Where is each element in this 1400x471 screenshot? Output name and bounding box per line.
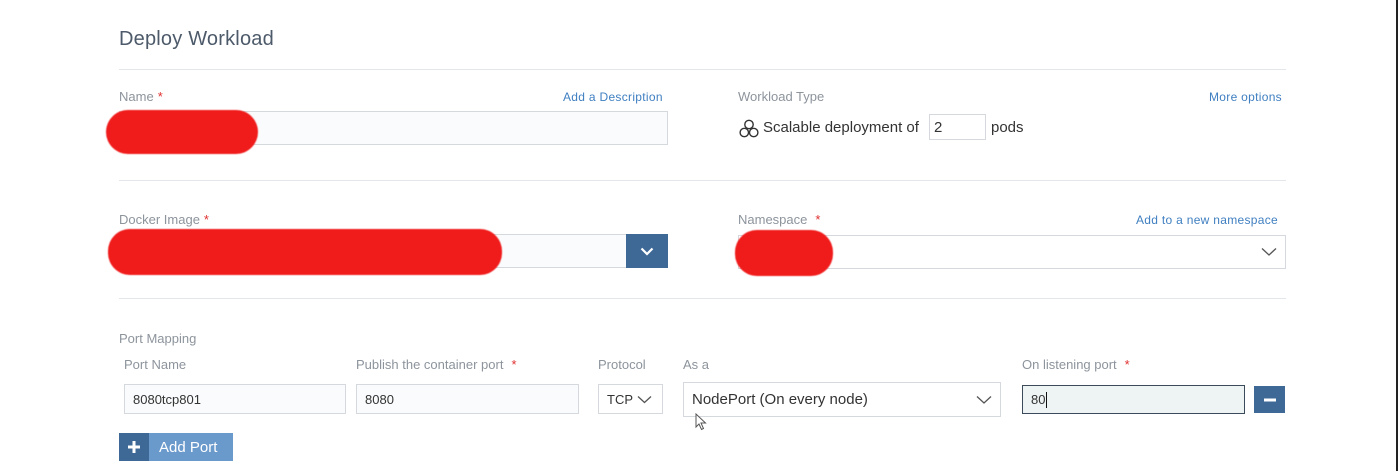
divider (119, 180, 1286, 181)
workload-suffix: pods (991, 119, 1024, 136)
as-a-header: As a (683, 357, 710, 372)
plus-icon (119, 433, 149, 461)
port-name-input[interactable]: 8080tcp801 (124, 384, 346, 414)
image-dropdown-button[interactable] (626, 234, 668, 268)
redaction-mark (735, 230, 833, 276)
redaction-mark (106, 110, 258, 154)
redaction-mark (108, 229, 502, 275)
workload-prefix: Scalable deployment of (763, 119, 919, 136)
more-options-link[interactable]: More options (1209, 90, 1282, 104)
workload-type-label: Workload Type (738, 89, 825, 104)
mouse-cursor-icon (695, 413, 707, 431)
chevron-down-icon (637, 396, 652, 404)
container-port-input[interactable]: 8080 (356, 384, 579, 414)
cluster-icon (738, 118, 760, 140)
chevron-down-icon (1261, 248, 1277, 256)
namespace-label: Namespace * (738, 212, 821, 227)
service-type-select[interactable]: NodePort (On every node) (683, 382, 1001, 417)
port-mapping-label: Port Mapping (119, 331, 197, 346)
docker-image-label: Docker Image * (119, 212, 209, 227)
chevron-down-icon (640, 247, 654, 256)
divider (119, 69, 1286, 70)
text-caret (1046, 391, 1048, 408)
pods-count-input[interactable]: 2 (929, 114, 986, 140)
remove-port-button[interactable] (1254, 386, 1285, 413)
port-name-header: Port Name (124, 357, 187, 372)
add-port-button[interactable]: Add Port (119, 433, 233, 461)
name-label: Name * (119, 89, 163, 104)
add-port-label: Add Port (159, 438, 218, 456)
protocol-select[interactable]: TCP (598, 384, 663, 414)
window-edge (1396, 0, 1398, 471)
listening-port-header: On listening port * (1022, 357, 1130, 372)
publish-port-header: Publish the container port * (356, 357, 517, 372)
chevron-down-icon (976, 396, 992, 404)
minus-icon (1263, 398, 1276, 401)
add-description-link[interactable]: Add a Description (563, 90, 663, 104)
add-namespace-link[interactable]: Add to a new namespace (1136, 213, 1278, 227)
divider (119, 298, 1286, 299)
page-title: Deploy Workload (119, 28, 274, 50)
protocol-header: Protocol (598, 357, 646, 372)
listening-port-input[interactable]: 80 (1022, 385, 1245, 414)
